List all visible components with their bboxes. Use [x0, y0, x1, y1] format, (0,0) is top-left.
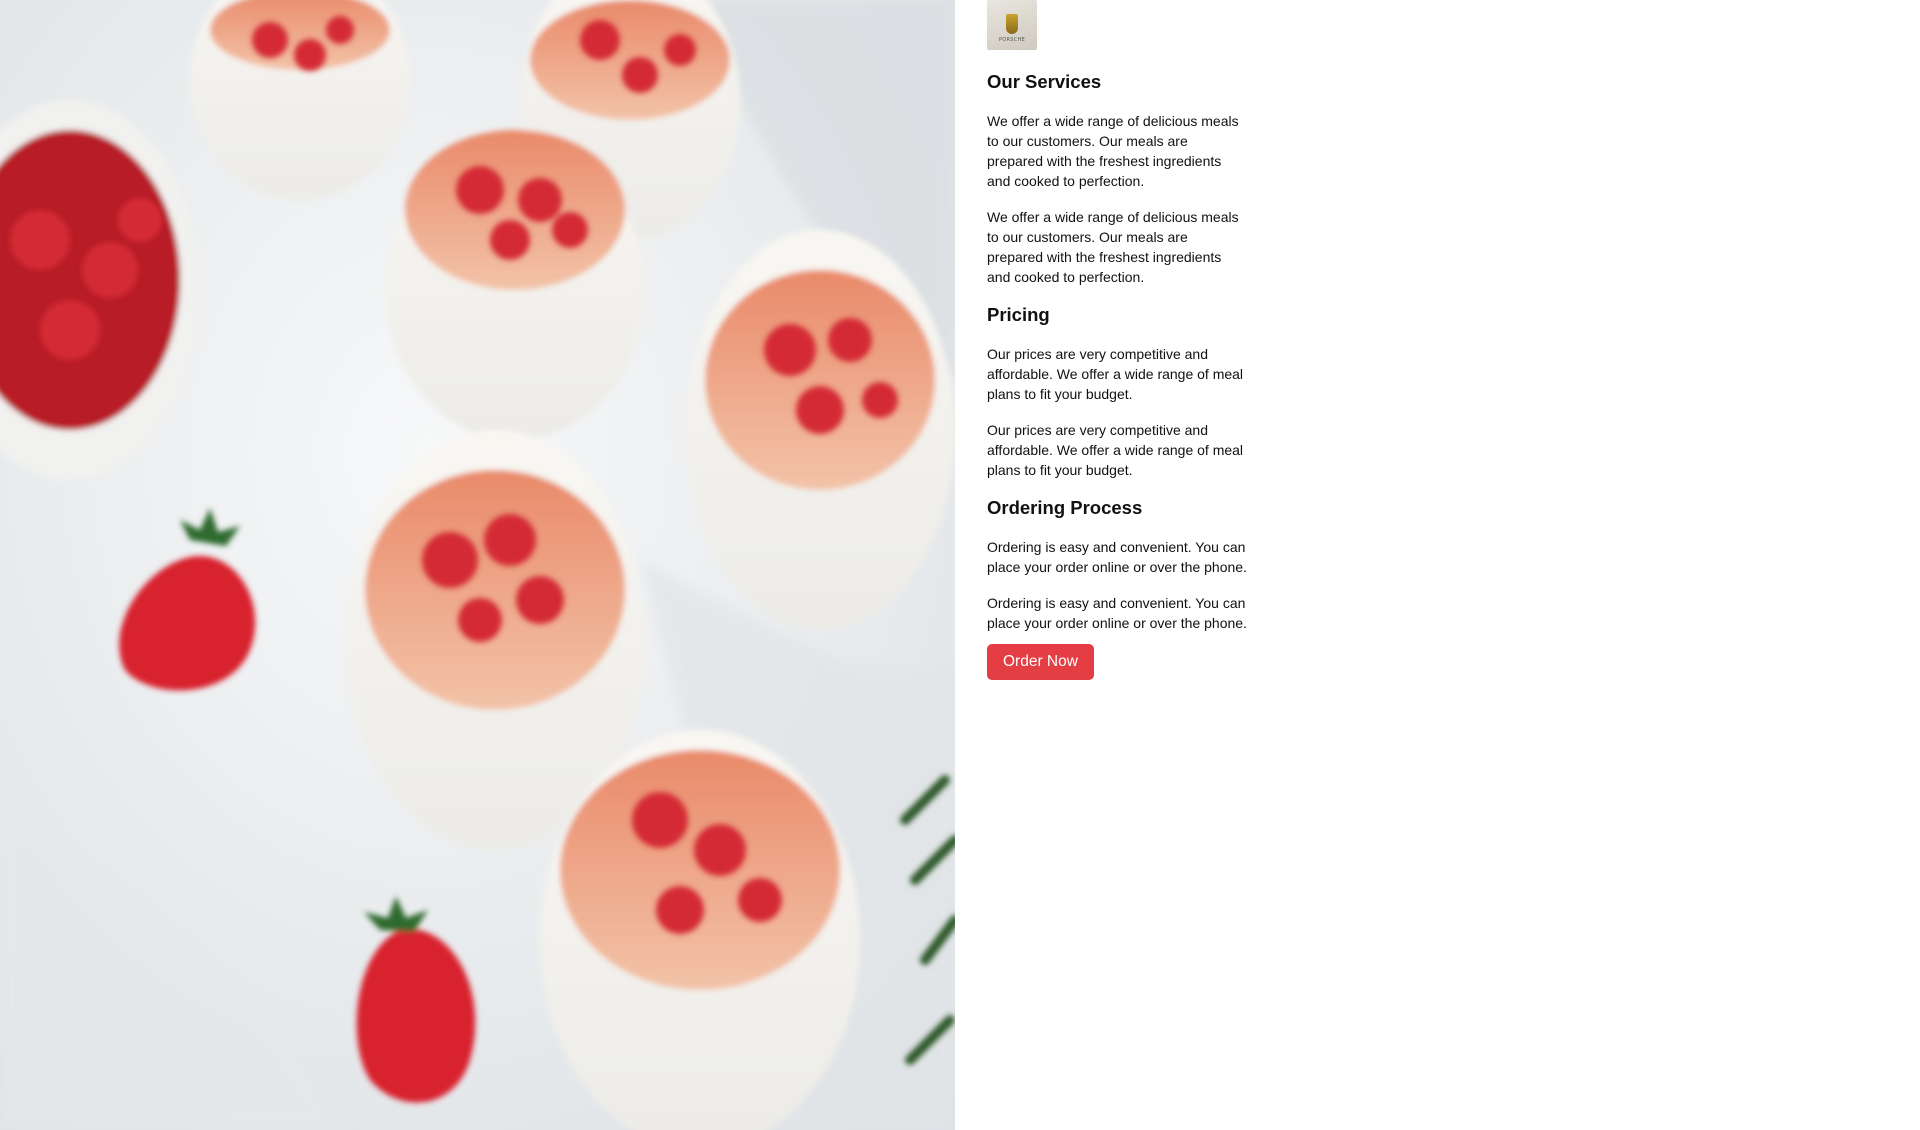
ordering-paragraph: Ordering is easy and convenient. You can… [987, 539, 1247, 575]
services-paragraph: We offer a wide range of delicious meals… [987, 113, 1239, 189]
hero-photo [0, 0, 955, 1130]
brand-logo: PORSCHE [987, 0, 1037, 50]
content-column: PORSCHE Our Services We offer a wide ran… [987, 0, 1247, 680]
ordering-heading: Ordering Process [987, 497, 1143, 518]
services-paragraph: We offer a wide range of delicious meals… [987, 209, 1239, 285]
page: PORSCHE Our Services We offer a wide ran… [0, 0, 1920, 1130]
pricing-paragraph: Our prices are very competitive and affo… [987, 346, 1244, 402]
logo-wordmark: PORSCHE [998, 36, 1026, 43]
services-heading: Our Services [987, 71, 1102, 92]
crest-icon [1006, 13, 1018, 34]
pricing-paragraph: Our prices are very competitive and affo… [987, 422, 1244, 478]
order-now-button[interactable]: Order Now [987, 644, 1094, 680]
ordering-paragraph: Ordering is easy and convenient. You can… [987, 595, 1247, 631]
pricing-heading: Pricing [987, 304, 1050, 325]
dessert-photo-image [0, 0, 955, 1130]
